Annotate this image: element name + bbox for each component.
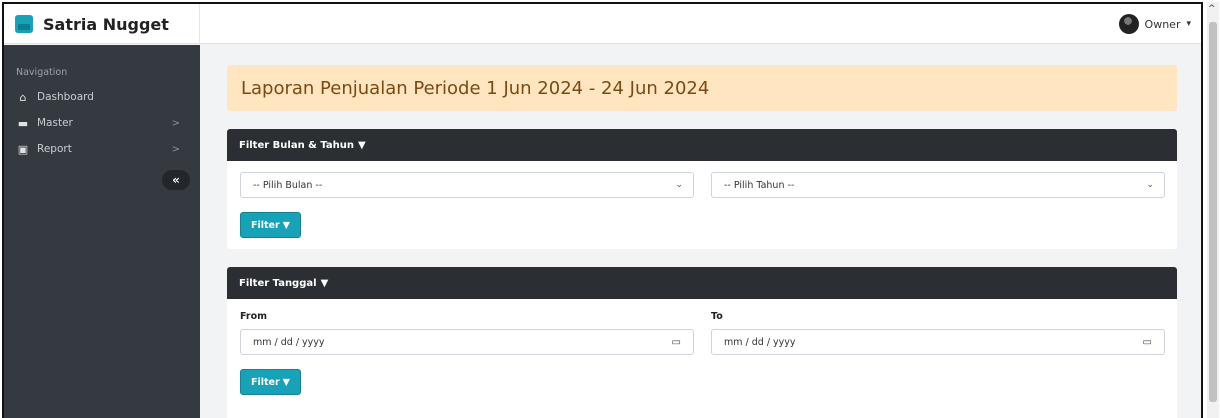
filter-icon: ▼ [320,277,329,289]
scrollbar-thumb[interactable] [1209,22,1217,402]
caret-down-icon: ▾ [1186,19,1191,29]
filter-icon: ▼ [282,219,290,231]
chevron-right-icon: > [171,117,180,129]
brand[interactable]: Satria Nugget [4,4,200,44]
filter-month-year-card: Filter Bulan & Tahun ▼ -- Pilih Bulan --… [227,129,1177,249]
to-date-placeholder: mm / dd / yyyy [724,336,796,348]
filter-month-year-button[interactable]: Filter ▼ [240,212,301,238]
main-content: Laporan Penjualan Periode 1 Jun 2024 - 2… [200,45,1201,418]
from-label: From [240,311,267,322]
brand-name: Satria Nugget [43,14,169,34]
chevron-down-icon: ⌄ [1146,180,1154,190]
user-menu[interactable]: Owner ▾ [1118,4,1191,44]
folder-icon: ▬ [17,116,29,130]
sidebar-item-report[interactable]: ▣ Report > [16,139,188,159]
user-name: Owner [1144,17,1181,31]
chevron-down-icon: ⌄ [675,180,683,190]
chevron-right-icon: > [171,143,180,155]
chart-area-icon [15,15,33,33]
sidebar-item-master[interactable]: ▬ Master > [16,113,188,133]
year-select-value: -- Pilih Tahun -- [724,179,795,191]
sidebar-item-dashboard[interactable]: ⌂ Dashboard [16,87,188,107]
calendar-icon[interactable]: ▭ [1143,337,1152,348]
avatar [1118,14,1139,34]
sidebar-item-label: Report [37,143,72,155]
from-date-placeholder: mm / dd / yyyy [253,336,325,348]
app-window: Satria Nugget Owner ▾ Navigation ⌂ Dashb… [2,2,1203,418]
card-title: Filter Tanggal [239,277,317,289]
card-header: Filter Tanggal ▼ [227,267,1177,299]
page-title: Laporan Penjualan Periode 1 Jun 2024 - 2… [227,65,1177,111]
sidebar: Navigation ⌂ Dashboard ▬ Master > ▣ Repo… [4,45,200,418]
button-label: Filter [251,219,280,231]
filter-icon: ▼ [282,376,290,388]
month-select[interactable]: -- Pilih Bulan -- ⌄ [240,172,694,198]
sidebar-item-label: Master [37,117,73,129]
card-title: Filter Bulan & Tahun [239,139,355,151]
year-select[interactable]: -- Pilih Tahun -- ⌄ [711,172,1165,198]
file-excel-icon: ▣ [17,142,29,156]
sidebar-collapse-button[interactable]: « [162,170,190,190]
page-scrollbar[interactable]: ^ [1207,2,1219,418]
to-date-input[interactable]: mm / dd / yyyy ▭ [711,329,1165,355]
filter-icon: ▼ [358,139,366,151]
calendar-icon[interactable]: ▭ [672,337,681,348]
month-select-value: -- Pilih Bulan -- [253,179,323,191]
to-label: To [711,311,723,322]
home-icon: ⌂ [19,90,27,104]
from-date-input[interactable]: mm / dd / yyyy ▭ [240,329,694,355]
card-header: Filter Bulan & Tahun ▼ [227,129,1177,161]
top-navbar: Satria Nugget Owner ▾ [4,4,1201,44]
scroll-up-icon[interactable]: ^ [1208,4,1216,14]
button-label: Filter [251,376,280,388]
filter-date-button[interactable]: Filter ▼ [240,369,301,395]
filter-date-card: Filter Tanggal ▼ From To mm / dd / yyyy … [227,267,1177,418]
sidebar-item-label: Dashboard [37,91,94,103]
nav-heading: Navigation [16,67,68,78]
